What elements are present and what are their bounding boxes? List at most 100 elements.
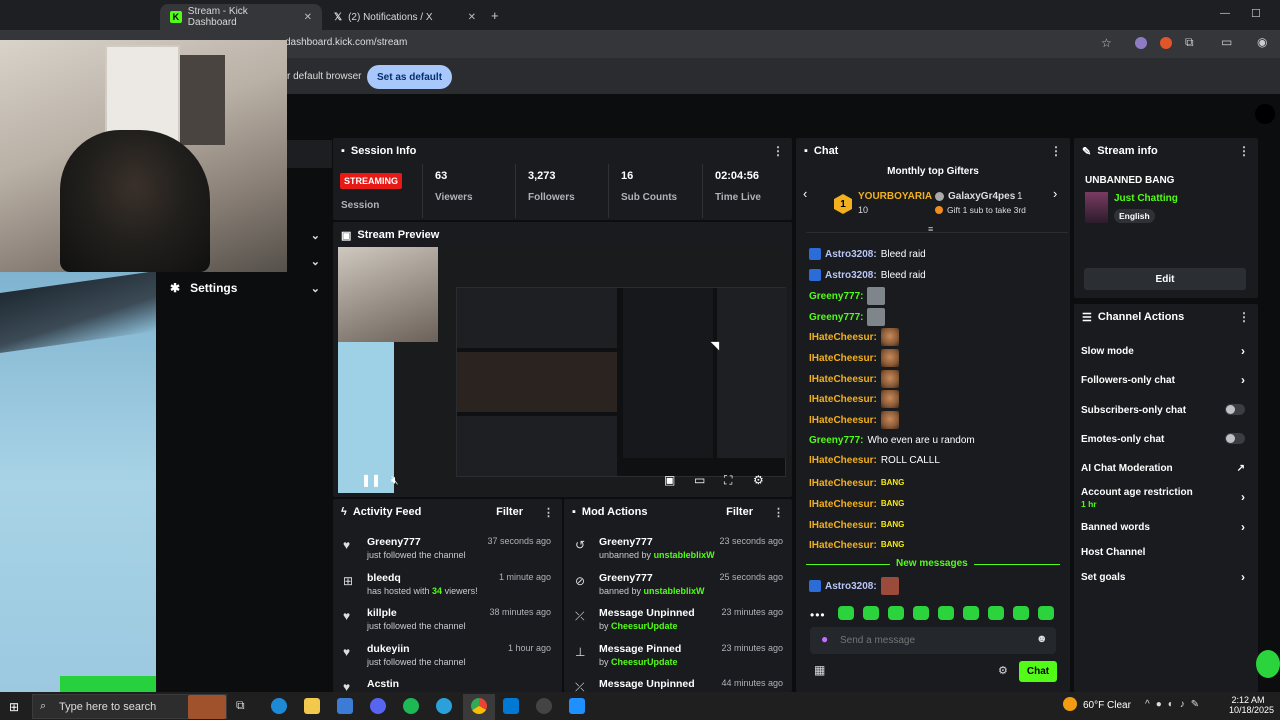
activity-username[interactable]: bleedq <box>367 572 401 584</box>
emote-icon[interactable] <box>863 606 879 620</box>
close-icon[interactable]: ✕ <box>304 12 312 23</box>
puzzle-icon[interactable]: ⧉ <box>1185 35 1194 50</box>
chrome-icon[interactable] <box>471 698 487 714</box>
emote-icon[interactable] <box>1038 606 1054 620</box>
obs-icon[interactable] <box>536 698 552 714</box>
telegram-icon[interactable] <box>436 698 452 714</box>
theater-icon[interactable]: ▭ <box>694 473 705 487</box>
discord-icon[interactable] <box>370 698 386 714</box>
tab-kick-dashboard[interactable]: K Stream - Kick Dashboard ✕ <box>160 4 322 30</box>
task-view-icon[interactable]: ⧉ <box>236 698 252 714</box>
chevron-right-icon[interactable]: › <box>1053 186 1057 201</box>
activity-username[interactable]: Greeny777 <box>367 536 421 548</box>
emote-icon[interactable] <box>938 606 954 620</box>
subscribers-only-toggle[interactable] <box>1225 404 1245 415</box>
mod-action-title[interactable]: Greeny777 <box>599 536 653 548</box>
pip-icon[interactable]: ▣ <box>664 473 675 487</box>
chat-bubble-fab-icon[interactable] <box>1256 650 1280 678</box>
filter-button[interactable]: Filter <box>726 506 753 518</box>
chat-username[interactable]: Greeny777: <box>809 291 863 302</box>
minimize-icon[interactable]: — <box>1220 8 1230 19</box>
tab-notifications[interactable]: 𝕏 (2) Notifications / X ✕ <box>324 4 486 30</box>
activity-username[interactable]: killple <box>367 607 397 619</box>
system-tray-icons[interactable]: ^●◐♪✎ <box>1145 699 1205 710</box>
gift-box-icon[interactable]: ▦ <box>814 663 825 677</box>
send-chat-button[interactable]: Chat <box>1019 661 1057 682</box>
chat-username[interactable]: IHateCheesur: <box>809 478 877 489</box>
more-options-icon[interactable]: ⋮ <box>772 144 784 158</box>
emote-icon[interactable] <box>1013 606 1029 620</box>
more-options-icon[interactable]: ⋮ <box>1238 144 1250 158</box>
edge-icon[interactable] <box>271 698 287 714</box>
emote-icon[interactable] <box>963 606 979 620</box>
avatar[interactable] <box>1255 104 1275 124</box>
more-options-icon[interactable]: ⋮ <box>1238 310 1250 324</box>
action-banned-words[interactable]: Banned words › <box>1081 520 1251 534</box>
chat-username[interactable]: IHateCheesur: <box>809 353 877 364</box>
activity-username[interactable]: Acstin <box>367 678 399 690</box>
extension-icon[interactable] <box>1160 37 1172 49</box>
emote-icon[interactable] <box>838 606 854 620</box>
search-highlight-icon[interactable] <box>188 695 226 719</box>
emote-icon[interactable] <box>888 606 904 620</box>
chat-message-input[interactable] <box>840 632 1030 648</box>
set-default-button[interactable]: Set as default <box>367 65 453 89</box>
chat-username[interactable]: IHateCheesur: <box>809 374 877 385</box>
action-slow-mode[interactable]: Slow mode › <box>1081 344 1251 358</box>
chat-settings-icon[interactable]: ⚙ <box>998 664 1008 677</box>
top-gifter-name[interactable]: YOURBOYARIA <box>858 191 932 202</box>
url-input[interactable]: dashboard.kick.com/stream <box>285 37 407 48</box>
action-followers-only[interactable]: Followers-only chat › <box>1081 373 1251 387</box>
stream-preview-video[interactable] <box>338 247 789 493</box>
stream-category[interactable]: Just Chatting <box>1114 193 1178 204</box>
action-account-age[interactable]: Account age restriction › 1 hr <box>1081 487 1251 509</box>
star-icon[interactable]: ☆ <box>1101 36 1112 50</box>
emotes-only-toggle[interactable] <box>1225 433 1245 444</box>
chevron-left-icon[interactable]: ‹ <box>803 186 807 201</box>
action-host-channel[interactable]: Host Channel <box>1081 547 1251 558</box>
edit-stream-button[interactable]: Edit <box>1084 268 1246 290</box>
emote-icon[interactable] <box>988 606 1004 620</box>
chat-username[interactable]: IHateCheesur: <box>809 540 877 551</box>
chat-username[interactable]: IHateCheesur: <box>809 332 877 343</box>
action-set-goals[interactable]: Set goals › <box>1081 570 1251 584</box>
chat-username[interactable]: IHateCheesur: <box>809 394 877 405</box>
sidebar-item-settings[interactable]: ✱ Settings ⌄ <box>156 275 332 301</box>
weather-text[interactable]: 60°F Clear <box>1083 700 1131 711</box>
filter-button[interactable]: Filter <box>496 506 523 518</box>
more-options-icon[interactable]: ⋮ <box>773 506 784 519</box>
chat-username[interactable]: Astro3208: <box>825 581 877 592</box>
chat-username[interactable]: IHateCheesur: <box>809 455 877 466</box>
maximize-icon[interactable]: ☐ <box>1251 7 1261 20</box>
app-icon[interactable] <box>569 698 585 714</box>
chat-username[interactable]: Greeny777: <box>809 312 863 323</box>
activity-username[interactable]: dukeyiin <box>367 643 410 655</box>
sidepanel-icon[interactable]: ▭ <box>1221 35 1232 49</box>
chat-username[interactable]: IHateCheesur: <box>809 415 877 426</box>
emoji-icon[interactable]: ☻ <box>1036 633 1048 645</box>
profile-icon[interactable]: ◉ <box>1257 35 1267 49</box>
mute-icon[interactable]: 🔇︎ <box>391 473 399 488</box>
more-options-icon[interactable]: ⋮ <box>543 506 554 519</box>
fullscreen-icon[interactable]: ⛶ <box>724 473 732 488</box>
close-icon[interactable]: ✕ <box>468 12 476 23</box>
action-ai-moderation[interactable]: AI Chat Moderation ↗ <box>1081 463 1251 474</box>
spotify-icon[interactable] <box>403 698 419 714</box>
more-options-icon[interactable]: ⋮ <box>1050 144 1062 158</box>
chat-username[interactable]: IHateCheesur: <box>809 499 877 510</box>
pause-icon[interactable]: ❚❚ <box>361 473 381 487</box>
windows-start-icon[interactable]: ⊞ <box>9 700 19 714</box>
chat-username[interactable]: Astro3208: <box>825 270 877 281</box>
clock[interactable]: 2:12 AM 10/18/2025 <box>1229 695 1274 715</box>
mod-action-title[interactable]: Greeny777 <box>599 572 653 584</box>
new-tab-icon[interactable]: + <box>491 8 499 23</box>
microphone-icon[interactable]: ● <box>821 632 828 646</box>
second-gifter-name[interactable]: GalaxyGr4pes <box>948 191 1015 202</box>
file-explorer-icon[interactable] <box>304 698 320 714</box>
chat-username[interactable]: IHateCheesur: <box>809 520 877 531</box>
new-messages-label[interactable]: New messages <box>890 558 974 569</box>
store-icon[interactable] <box>337 698 353 714</box>
more-emotes-icon[interactable]: ••• <box>810 608 826 622</box>
outlook-icon[interactable] <box>503 698 519 714</box>
settings-gear-icon[interactable]: ⚙ <box>753 473 764 487</box>
